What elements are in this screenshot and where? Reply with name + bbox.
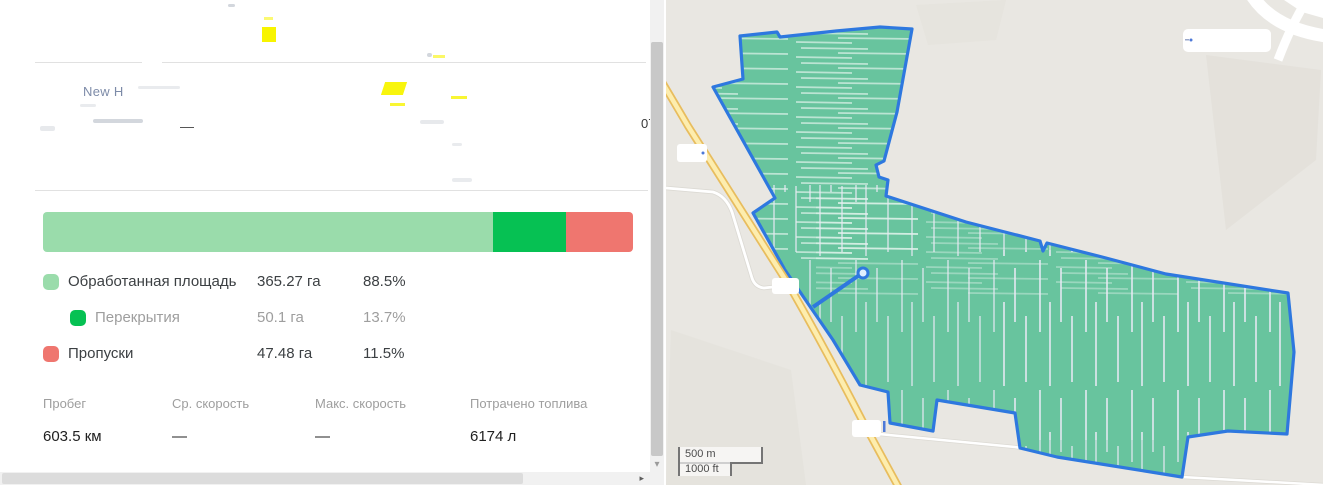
- vertical-scrollbar-thumb[interactable]: [651, 42, 663, 456]
- yellow-dash: [451, 96, 467, 99]
- header-smudge: [427, 53, 432, 57]
- vehicle-name-smudge: [138, 86, 180, 89]
- legend-value: 365.27 га: [257, 273, 321, 290]
- map-label[interactable]: [852, 420, 881, 437]
- legend-value: 47.48 га: [257, 345, 312, 362]
- stat-value: —: [315, 428, 406, 445]
- vertical-scrollbar[interactable]: ▾: [650, 0, 664, 472]
- overlap-swatch: [70, 310, 86, 326]
- scroll-down-arrow-icon[interactable]: ▾: [650, 457, 664, 472]
- map-label[interactable]: [1183, 29, 1271, 52]
- app-root: New H — 07 Обработанная площадь 365.27 г…: [0, 0, 1323, 485]
- gaps-swatch: [43, 346, 59, 362]
- yellow-dash: [433, 55, 445, 58]
- label-dot: [1190, 39, 1193, 42]
- stat-value: —: [172, 428, 249, 445]
- legend-row-processed: Обработанная площадь 365.27 га 88.5%: [43, 264, 633, 300]
- stat-label: Ср. скорость: [172, 396, 249, 411]
- text-smudge: [420, 120, 444, 124]
- label-glyph-fragment: [1185, 39, 1189, 41]
- text-smudge: [452, 143, 462, 146]
- label-dot: [702, 152, 705, 155]
- label-glyph-fragment: [883, 421, 886, 432]
- track-endpoint-marker[interactable]: [858, 268, 868, 278]
- legend-percent: 11.5%: [363, 345, 404, 362]
- terrain-patch: [916, 0, 1006, 45]
- stat-fuel: Потрачено топлива 6174 л: [470, 396, 587, 445]
- map-scale-control: 500 m 1000 ft: [678, 447, 763, 476]
- legend-percent: 13.7%: [363, 309, 406, 326]
- coverage-legend: Обработанная площадь 365.27 га 88.5% Пер…: [43, 264, 633, 372]
- coverage-bar-overlap: [493, 212, 566, 252]
- coverage-map[interactable]: 500 m 1000 ft: [666, 0, 1323, 485]
- coverage-bar-processed: [43, 212, 493, 252]
- yellow-marker: [262, 27, 276, 42]
- text-smudge: [452, 178, 472, 182]
- yellow-dash: [264, 17, 273, 20]
- legend-label: Перекрытия: [95, 309, 180, 326]
- map-canvas[interactable]: [666, 0, 1323, 485]
- legend-label: Пропуски: [68, 345, 133, 362]
- divider: [35, 190, 648, 191]
- header-smudge: [228, 4, 235, 7]
- stat-mileage: Пробег 603.5 км: [43, 396, 102, 445]
- legend-row-gaps: Пропуски 47.48 га 11.5%: [43, 336, 633, 372]
- yellow-dash: [390, 103, 405, 106]
- stat-label: Пробег: [43, 396, 102, 411]
- coverage-bar-gaps: [566, 212, 633, 252]
- horizontal-scrollbar[interactable]: ▸: [0, 472, 650, 485]
- divider: [35, 62, 142, 63]
- text-smudge: [93, 119, 143, 123]
- processed-swatch: [43, 274, 59, 290]
- stat-value: 603.5 км: [43, 428, 102, 445]
- field-thumbnail-fragment: [381, 82, 407, 95]
- stat-label: Макс. скорость: [315, 396, 406, 411]
- legend-value: 50.1 га: [257, 309, 304, 326]
- legend-row-overlap: Перекрытия 50.1 га 13.7%: [43, 300, 633, 336]
- stats-panel: New H — 07 Обработанная площадь 365.27 г…: [0, 0, 666, 485]
- legend-label: Обработанная площадь: [68, 273, 236, 290]
- divider: [162, 62, 646, 63]
- stat-value: 6174 л: [470, 428, 587, 445]
- text-smudge: [40, 126, 55, 131]
- text-smudge: [80, 104, 96, 107]
- stat-max-speed: Макс. скорость —: [315, 396, 406, 445]
- scrollbar-corner: [650, 472, 664, 485]
- scale-imperial: 1000 ft: [678, 462, 732, 477]
- horizontal-scrollbar-thumb[interactable]: [2, 473, 523, 484]
- vehicle-name[interactable]: New H: [83, 84, 124, 99]
- stat-avg-speed: Ср. скорость —: [172, 396, 249, 445]
- stat-label: Потрачено топлива: [470, 396, 587, 411]
- map-label[interactable]: [772, 278, 799, 294]
- coverage-bar: [43, 212, 633, 252]
- dash-value: —: [180, 118, 194, 134]
- scroll-right-arrow-icon[interactable]: ▸: [639, 472, 644, 485]
- legend-percent: 88.5%: [363, 273, 406, 290]
